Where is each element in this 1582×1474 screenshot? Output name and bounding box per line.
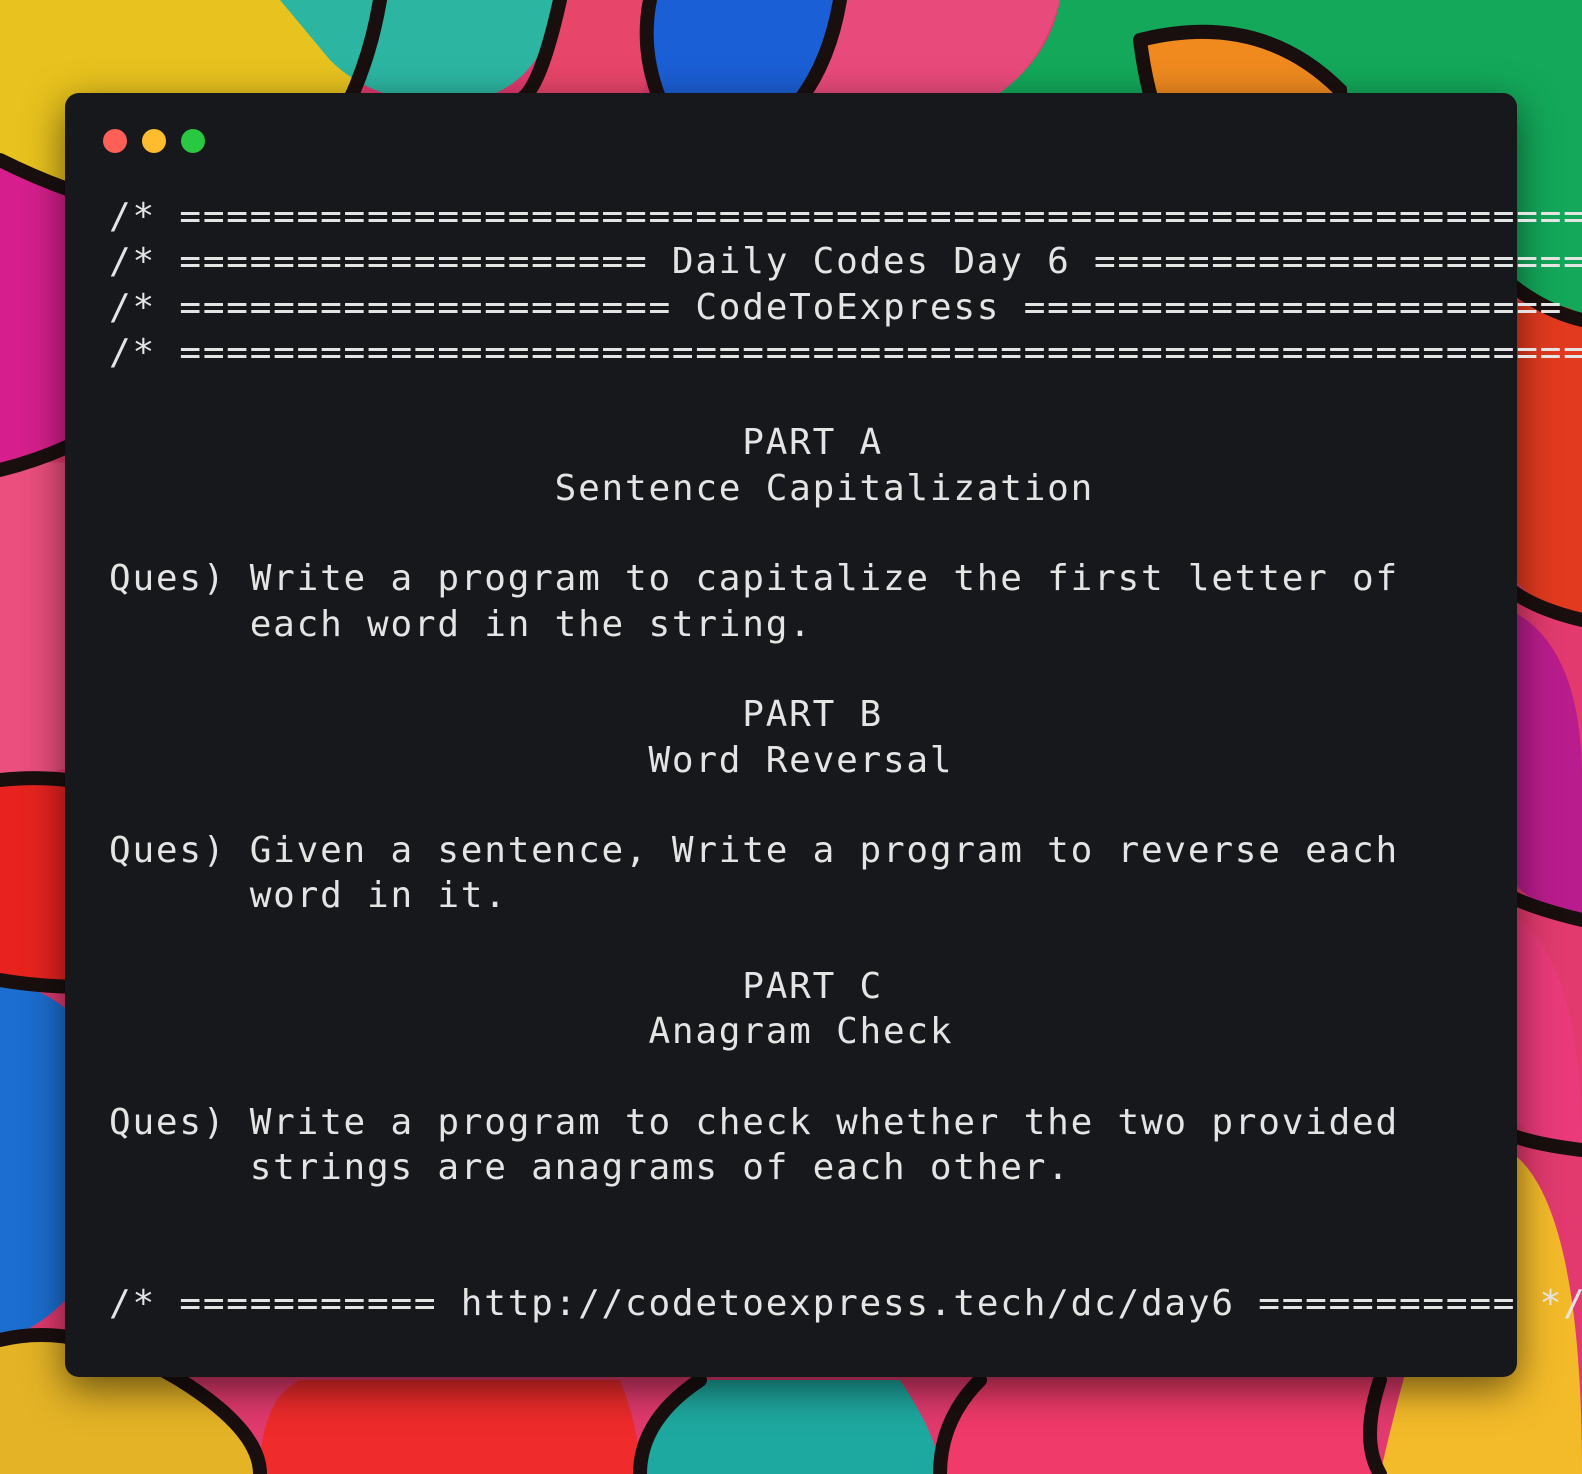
part-c-question-line-2: strings are anagrams of each other. <box>109 1147 1071 1189</box>
header-line-2: /* ==================== Daily Codes Day … <box>109 241 1582 283</box>
part-c-heading: PART C <box>109 966 883 1008</box>
code-block: /* =====================================… <box>109 194 1582 1326</box>
close-button[interactable] <box>103 129 127 153</box>
part-a-question-line-1: Ques) Write a program to capitalize the … <box>109 558 1399 600</box>
header-line-3: /* ===================== CodeToExpress =… <box>109 286 1582 328</box>
part-a-title: Sentence Capitalization <box>109 467 1095 509</box>
maximize-button[interactable] <box>181 129 205 153</box>
code-window: /* =====================================… <box>65 93 1582 1377</box>
window-controls <box>103 129 205 153</box>
part-c-title: Anagram Check <box>109 1011 954 1053</box>
part-a-heading: PART A <box>109 422 883 464</box>
part-b-title: Word Reversal <box>109 739 954 781</box>
part-b-question-line-1: Ques) Given a sentence, Write a program … <box>109 830 1399 872</box>
part-b-heading: PART B <box>109 694 883 736</box>
minimize-button[interactable] <box>142 129 166 153</box>
footer-url-line: /* =========== http://codetoexpress.tech… <box>109 1283 1582 1325</box>
header-line-1: /* =====================================… <box>109 196 1582 237</box>
part-a-question-line-2: each word in the string. <box>109 603 813 645</box>
part-c-question-line-1: Ques) Write a program to check whether t… <box>109 1101 1399 1143</box>
header-line-4: /* =====================================… <box>109 331 1582 373</box>
part-b-question-line-2: word in it. <box>109 875 508 917</box>
